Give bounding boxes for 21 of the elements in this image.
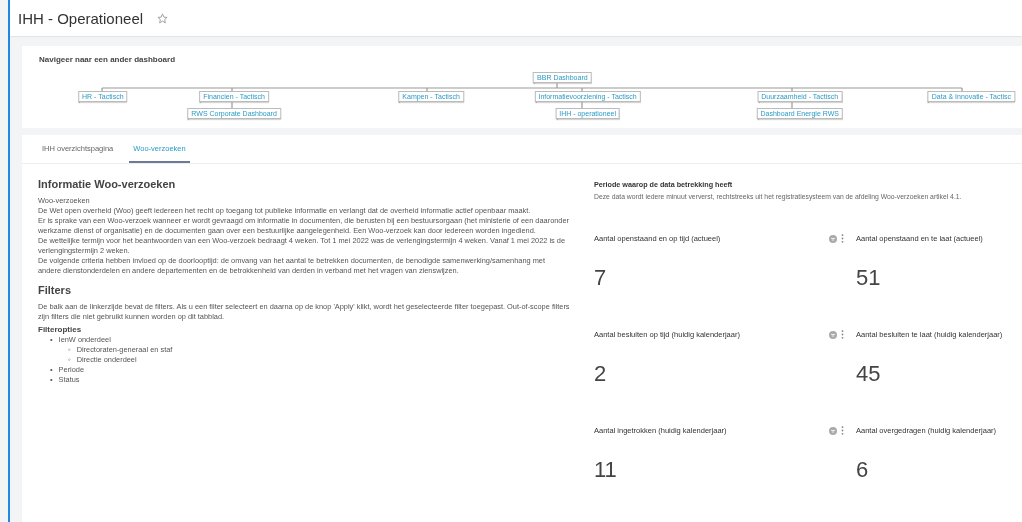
more-icon[interactable] <box>841 426 844 435</box>
filter-icon[interactable] <box>829 234 837 243</box>
more-icon[interactable] <box>841 234 844 243</box>
dashboard-title: IHH - Operationeel <box>18 9 144 27</box>
connector-line <box>231 101 233 109</box>
kpi-value: 51 <box>856 265 882 291</box>
filter-icon[interactable] <box>829 330 837 339</box>
section-heading: Filters <box>38 284 72 296</box>
kpi-value: 6 <box>856 457 870 483</box>
navigator-title: Navigeer naar een ander dashboard <box>39 55 176 65</box>
connector-line <box>791 101 793 109</box>
subheading: Filteropties <box>38 325 83 334</box>
star-icon[interactable] <box>157 12 169 24</box>
section-heading: Informatie Woo-verzoeken <box>38 178 177 190</box>
more-icon[interactable] <box>841 330 844 339</box>
filter-icon[interactable] <box>829 426 837 435</box>
kpi-value: 45 <box>856 361 882 387</box>
kpi-value: 2 <box>594 361 608 387</box>
kpi-value: 7 <box>594 265 608 291</box>
connector-line <box>581 101 583 109</box>
kpi-value: 11 <box>594 457 618 483</box>
